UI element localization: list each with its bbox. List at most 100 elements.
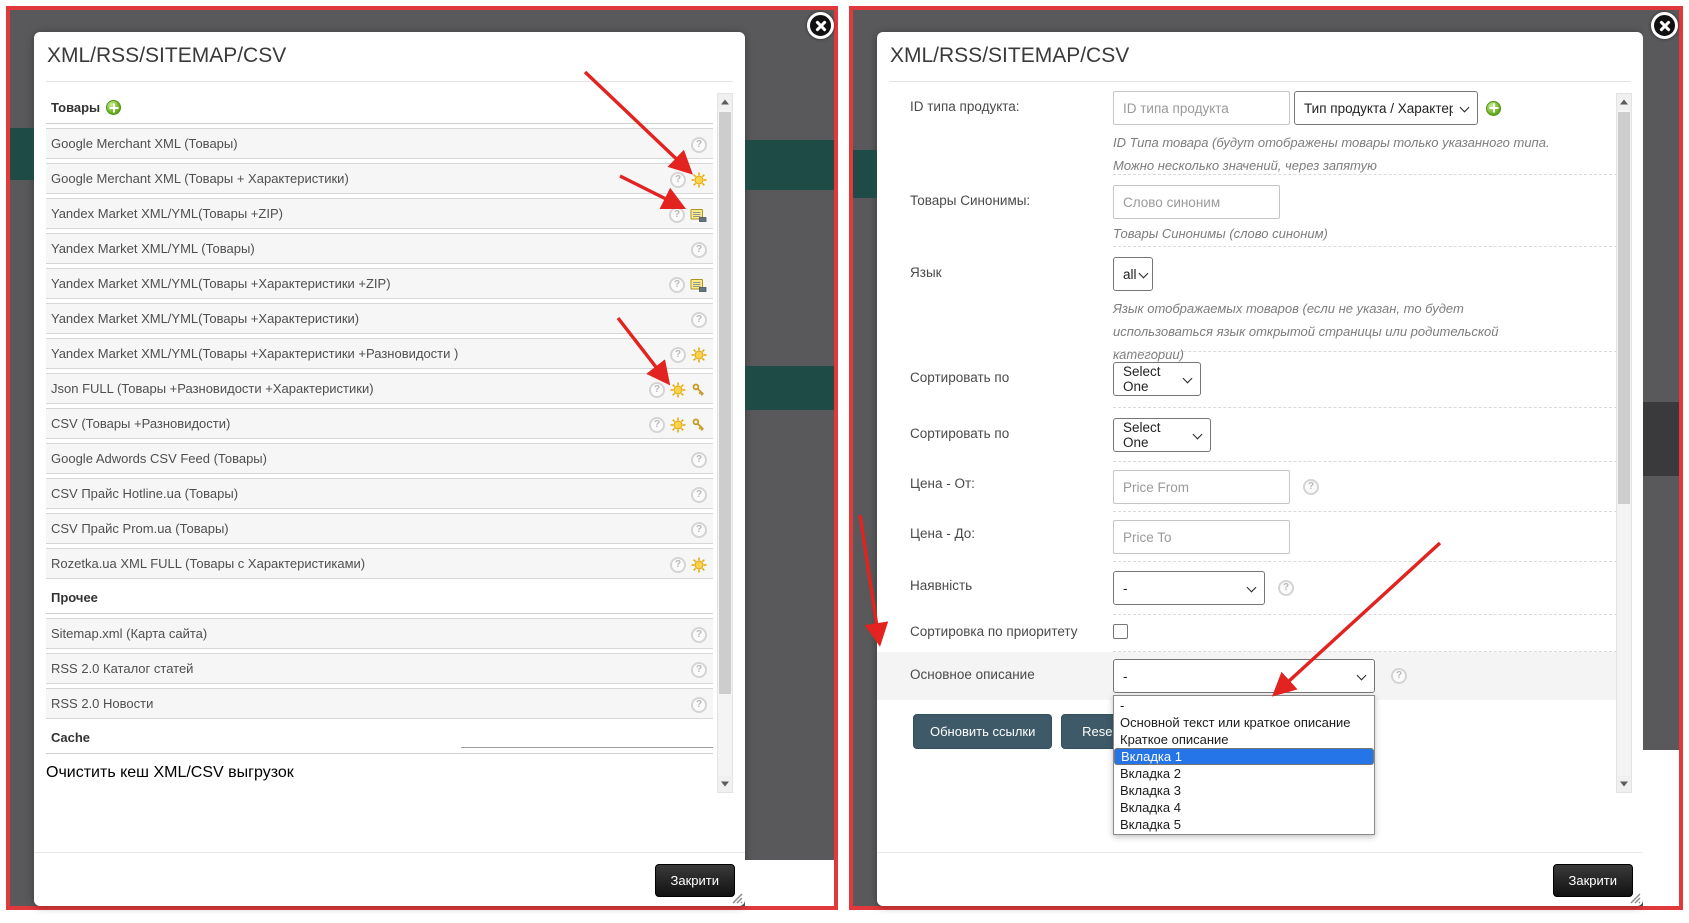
price-to-input[interactable] — [1113, 520, 1290, 554]
resize-grip-icon[interactable] — [731, 892, 743, 904]
scrollbar-thumb[interactable] — [1618, 112, 1630, 504]
close-icon[interactable] — [1651, 12, 1678, 39]
add-icon[interactable] — [1486, 101, 1501, 116]
row-label[interactable]: CSV Прайс Hotline.ua (Товары) — [46, 486, 238, 501]
scroll-up-arrow[interactable] — [718, 94, 732, 110]
help-icon[interactable]: ? — [691, 697, 707, 713]
dropdown-option[interactable]: Вкладка 5 — [1114, 816, 1374, 833]
help-icon[interactable]: ? — [669, 277, 685, 293]
list-item[interactable]: Yandex Market XML/YML (Товары) ? — [46, 233, 713, 264]
row-label[interactable]: Yandex Market XML/YML (Товары) — [46, 241, 255, 256]
list-item[interactable]: RSS 2.0 Каталог статей ? — [46, 653, 713, 684]
list-item[interactable]: Sitemap.xml (Карта сайта) ? — [46, 618, 713, 649]
help-icon[interactable]: ? — [691, 137, 707, 153]
list-item[interactable]: CSV Прайс Prom.ua (Товары) ? — [46, 513, 713, 544]
sun-icon[interactable] — [691, 557, 707, 573]
dropdown-option[interactable]: Вкладка 2 — [1114, 765, 1374, 782]
key-icon[interactable] — [691, 382, 707, 398]
sun-icon[interactable] — [670, 382, 686, 398]
help-icon[interactable]: ? — [691, 242, 707, 258]
dropdown-option[interactable]: Основной текст или краткое описание — [1114, 714, 1374, 731]
scroll-down-arrow[interactable] — [718, 776, 732, 792]
help-icon[interactable]: ? — [691, 452, 707, 468]
row-label[interactable]: Json FULL (Товары +Разновидости +Характе… — [46, 381, 374, 396]
scroll-up-arrow[interactable] — [1617, 94, 1631, 110]
help-icon[interactable]: ? — [649, 382, 665, 398]
list-item[interactable]: Json FULL (Товары +Разновидости +Характе… — [46, 373, 713, 404]
list-item[interactable]: Yandex Market XML/YML(Товары +Характерис… — [46, 338, 713, 369]
dropdown-option[interactable]: - — [1114, 697, 1374, 714]
dropdown-option[interactable]: Вкладка 3 — [1114, 782, 1374, 799]
modal-scrollbar[interactable] — [1616, 93, 1632, 793]
help-icon[interactable]: ? — [1278, 580, 1294, 596]
key-icon[interactable] — [691, 417, 707, 433]
close-icon[interactable] — [807, 12, 834, 39]
dropdown-option[interactable]: Вкладка 1 — [1114, 748, 1374, 765]
row-label[interactable]: Google Merchant XML (Товары + Характерис… — [46, 171, 349, 186]
list-item[interactable]: Yandex Market XML/YML(Товары +Характерис… — [46, 303, 713, 334]
availability-select[interactable]: - — [1113, 571, 1265, 605]
row-label[interactable]: Google Merchant XML (Товары) — [46, 136, 238, 151]
help-icon[interactable]: ? — [691, 662, 707, 678]
scrollbar-thumb[interactable] — [719, 112, 731, 694]
help-icon[interactable]: ? — [691, 312, 707, 328]
list-item[interactable]: Yandex Market XML/YML(Товары +Характерис… — [46, 268, 713, 299]
product-type-id-input[interactable] — [1113, 91, 1290, 125]
resize-grip-icon[interactable] — [1629, 892, 1641, 904]
help-icon[interactable]: ? — [649, 417, 665, 433]
row-label[interactable]: CSV Прайс Prom.ua (Товары) — [46, 521, 229, 536]
row-label[interactable]: Google Adwords CSV Feed (Товары) — [46, 451, 267, 466]
dropdown-option[interactable]: Краткое описание — [1114, 731, 1374, 748]
sort-select-1[interactable]: Select One — [1113, 362, 1201, 396]
zip-archive-icon[interactable] — [690, 207, 707, 223]
row-label[interactable]: Sitemap.xml (Карта сайта) — [46, 626, 207, 641]
language-select[interactable]: all — [1113, 257, 1153, 291]
sort-select-2[interactable]: Select One — [1113, 418, 1211, 452]
list-item[interactable]: Google Merchant XML (Товары) ? — [46, 128, 713, 159]
zip-archive-icon[interactable] — [690, 277, 707, 293]
list-item[interactable]: Rozetka.ua XML FULL (Товары с Характерис… — [46, 548, 713, 579]
help-icon[interactable]: ? — [670, 172, 686, 188]
list-item[interactable]: RSS 2.0 Новости ? — [46, 688, 713, 719]
row-label[interactable]: Yandex Market XML/YML(Товары +ZIP) — [46, 206, 283, 221]
row-label[interactable]: RSS 2.0 Каталог статей — [46, 661, 193, 676]
help-icon[interactable]: ? — [670, 347, 686, 363]
scroll-down-arrow[interactable] — [1617, 776, 1631, 792]
row-label[interactable]: Yandex Market XML/YML(Товары +Характерис… — [46, 276, 391, 291]
row-label[interactable]: Очистить кеш XML/CSV выгрузок — [46, 764, 294, 781]
help-icon[interactable]: ? — [1303, 479, 1319, 495]
list-item[interactable]: CSV Прайс Hotline.ua (Товары) ? — [46, 478, 713, 509]
help-icon[interactable]: ? — [691, 487, 707, 503]
list-item[interactable]: Очистить кеш XML/CSV выгрузок — [46, 758, 713, 789]
main-description-select[interactable]: - — [1113, 659, 1375, 693]
update-links-button[interactable]: Обновить ссылки — [913, 714, 1052, 749]
priority-sort-checkbox[interactable] — [1113, 624, 1128, 639]
synonym-input[interactable] — [1113, 185, 1280, 219]
background-accent — [1643, 402, 1679, 476]
dropdown-option[interactable]: Вкладка 4 — [1114, 799, 1374, 816]
help-icon[interactable]: ? — [670, 557, 686, 573]
add-icon[interactable] — [106, 100, 121, 115]
row-label[interactable]: Rozetka.ua XML FULL (Товары с Характерис… — [46, 556, 365, 571]
close-modal-button[interactable]: Закрити — [655, 864, 735, 897]
sun-icon[interactable] — [691, 172, 707, 188]
list-scrollbar[interactable] — [717, 93, 733, 793]
help-icon[interactable]: ? — [1391, 668, 1407, 684]
export-links-modal: XML/RSS/SITEMAP/CSV Товары Google Mercha… — [34, 32, 745, 906]
price-from-input[interactable] — [1113, 470, 1290, 504]
help-icon[interactable]: ? — [669, 207, 685, 223]
list-item[interactable]: CSV (Товары +Разновидости) ? — [46, 408, 713, 439]
help-icon[interactable]: ? — [691, 522, 707, 538]
sun-icon[interactable] — [691, 347, 707, 363]
close-modal-button[interactable]: Закрити — [1553, 864, 1633, 897]
row-label[interactable]: RSS 2.0 Новости — [46, 696, 153, 711]
row-label[interactable]: Yandex Market XML/YML(Товары +Характерис… — [46, 311, 359, 326]
product-type-select[interactable]: Тип продукта / Характерис — [1294, 91, 1478, 125]
sun-icon[interactable] — [670, 417, 686, 433]
list-item[interactable]: Google Adwords CSV Feed (Товары) ? — [46, 443, 713, 474]
list-item[interactable]: Google Merchant XML (Товары + Характерис… — [46, 163, 713, 194]
row-label[interactable]: Yandex Market XML/YML(Товары +Характерис… — [46, 346, 458, 361]
help-icon[interactable]: ? — [691, 627, 707, 643]
row-label[interactable]: CSV (Товары +Разновидости) — [46, 416, 230, 431]
list-item[interactable]: Yandex Market XML/YML(Товары +ZIP) ? — [46, 198, 713, 229]
